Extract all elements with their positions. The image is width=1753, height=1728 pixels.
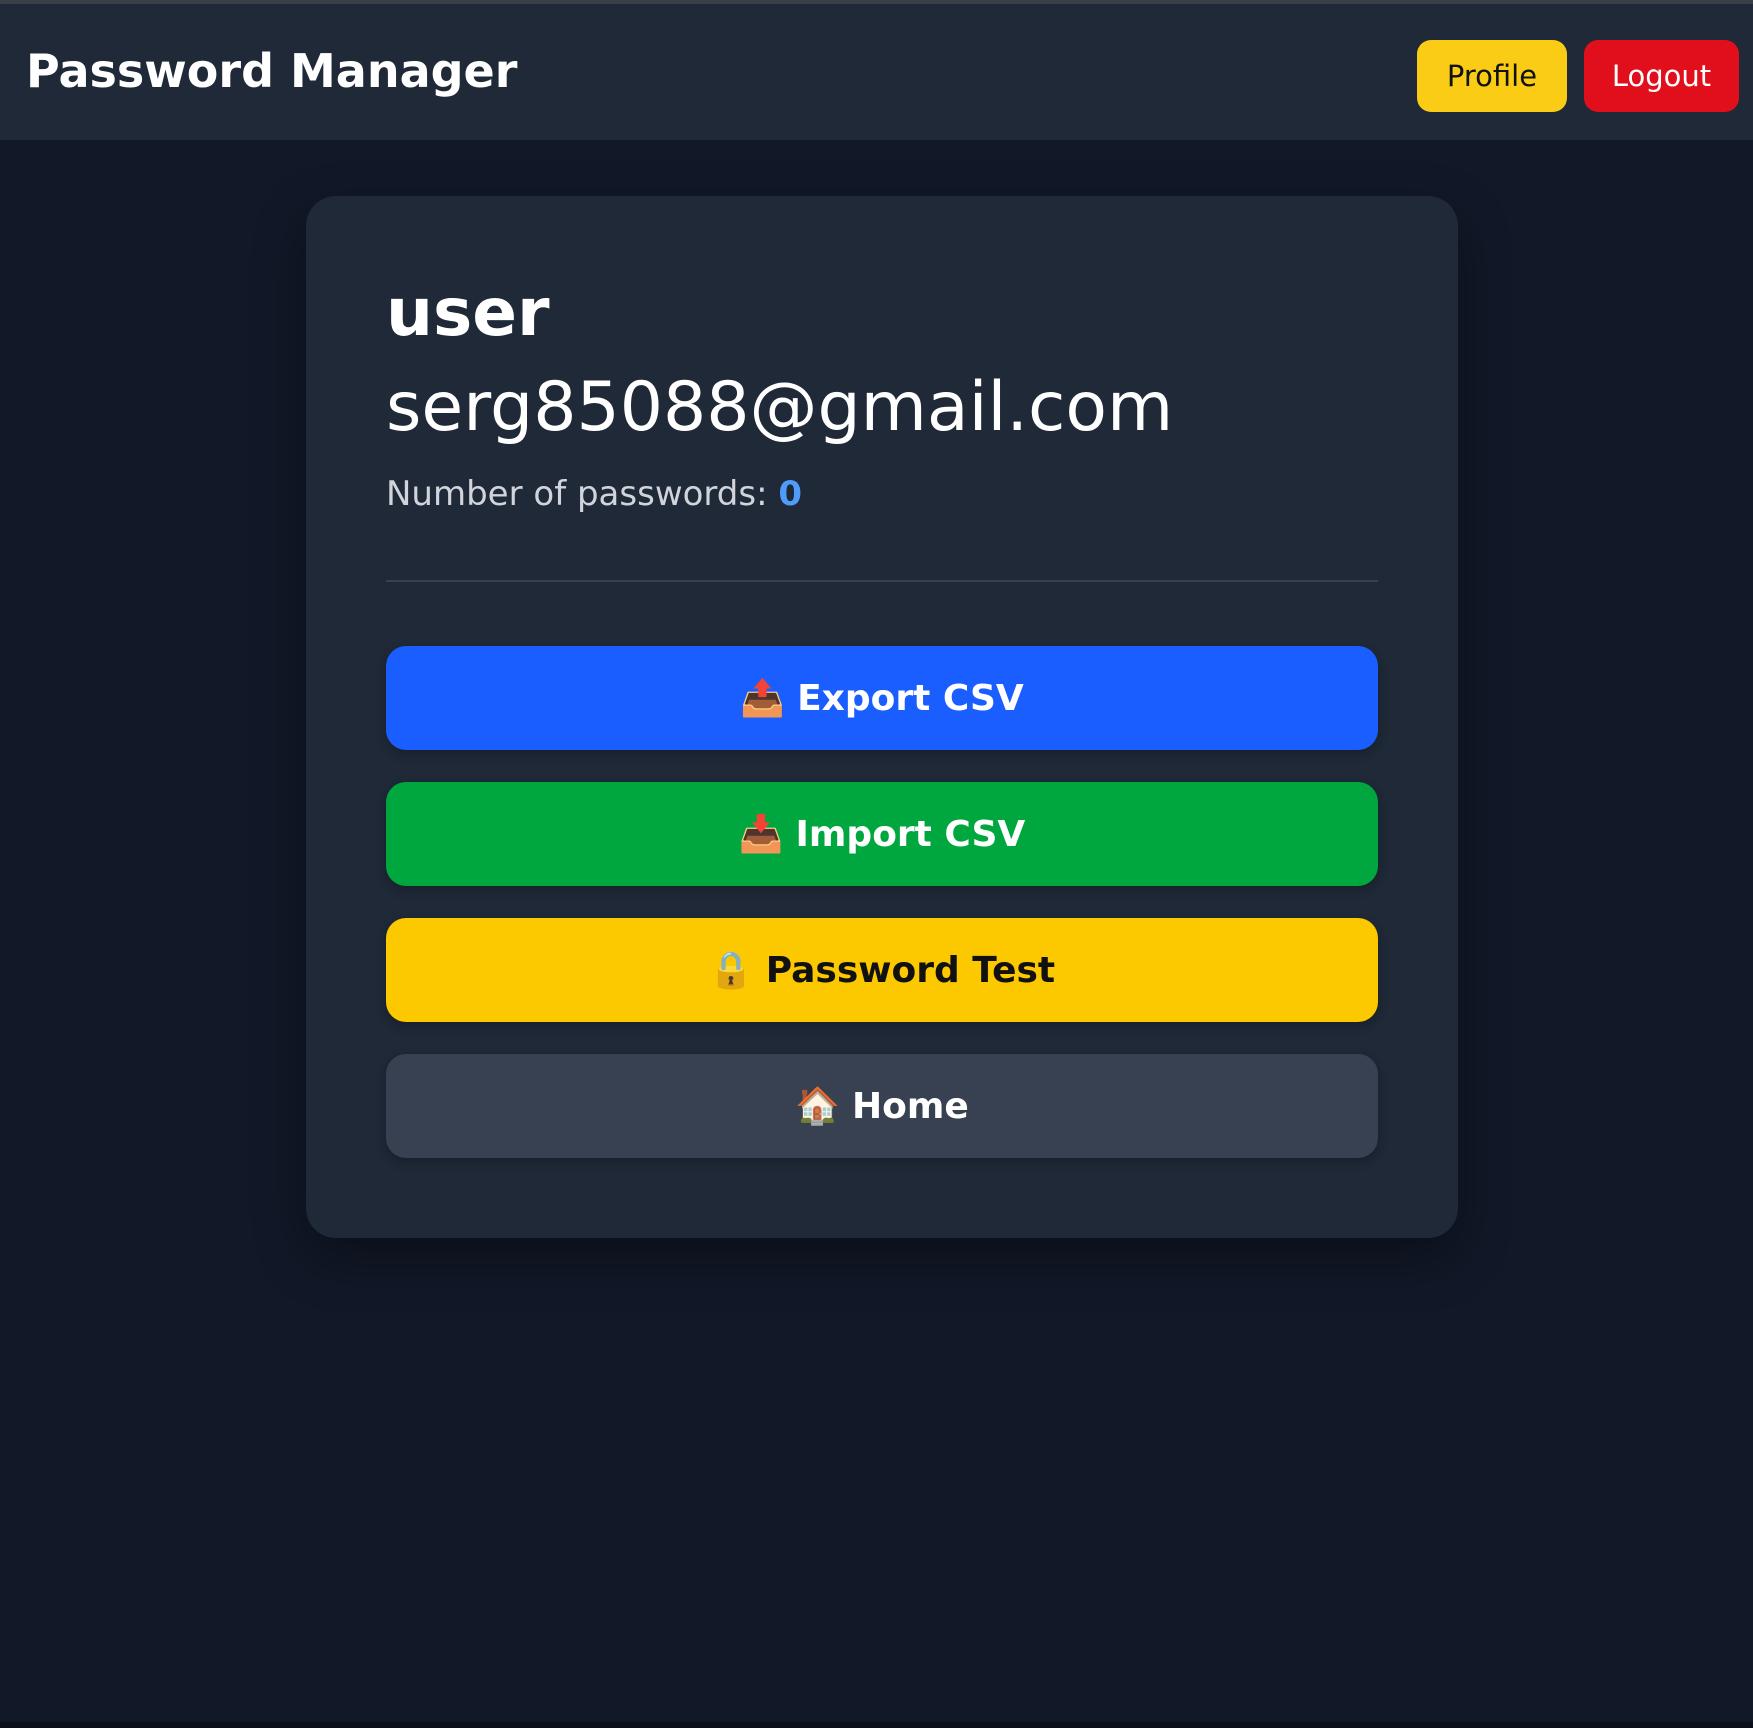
password-test-label: Password Test <box>765 949 1056 991</box>
profile-card: user serg85088@gmail.com Number of passw… <box>306 196 1458 1238</box>
import-csv-button[interactable]: 📥 Import CSV <box>386 782 1378 886</box>
house-icon: 🏠 <box>795 1086 841 1127</box>
export-csv-button[interactable]: 📤 Export CSV <box>386 646 1378 750</box>
user-email: serg85088@gmail.com <box>386 368 1174 447</box>
app-title: Password Manager <box>26 44 518 98</box>
password-count: Number of passwords: 0 <box>386 474 802 514</box>
home-button[interactable]: 🏠 Home <box>386 1054 1378 1158</box>
export-csv-label: Export CSV <box>797 677 1024 719</box>
home-label: Home <box>852 1085 969 1127</box>
username-heading: user <box>386 274 550 351</box>
window-bottom-edge <box>0 1722 1753 1728</box>
import-csv-label: Import CSV <box>795 813 1026 855</box>
divider <box>386 580 1378 582</box>
lock-icon: 🔒 <box>708 950 754 991</box>
inbox-tray-icon: 📥 <box>738 814 784 855</box>
password-count-label: Number of passwords: <box>386 474 768 514</box>
outbox-tray-icon: 📤 <box>740 678 786 719</box>
profile-button[interactable]: Profile <box>1417 40 1567 112</box>
password-count-value: 0 <box>778 474 803 514</box>
logout-button[interactable]: Logout <box>1584 40 1739 112</box>
navbar: Password Manager Profile Logout <box>0 4 1753 140</box>
password-test-button[interactable]: 🔒 Password Test <box>386 918 1378 1022</box>
